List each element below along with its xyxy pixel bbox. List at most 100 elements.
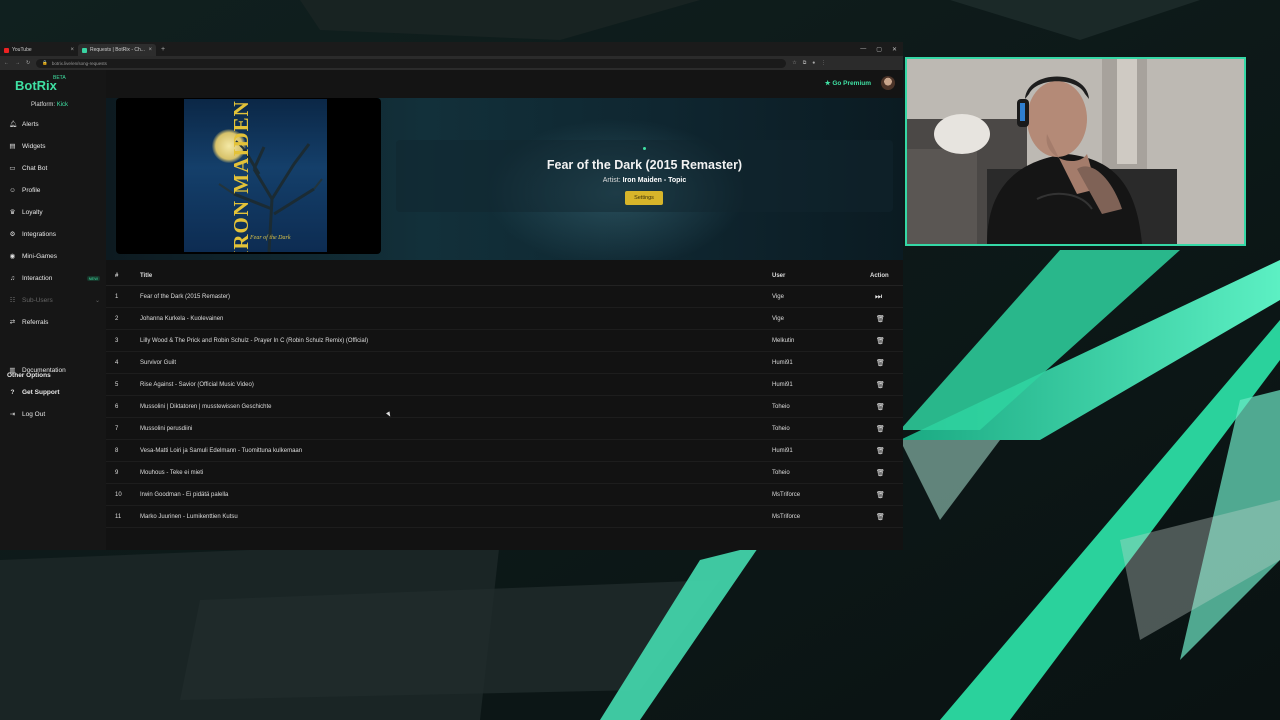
trash-icon[interactable]: 🗑︎ (876, 491, 885, 499)
new-badge: NEW (86, 275, 100, 281)
sidebar-item-label: Get Support (22, 388, 60, 396)
profile-icon[interactable]: ● (812, 60, 815, 66)
share-icon: ⇄ (9, 319, 16, 326)
close-icon[interactable]: × (70, 47, 74, 53)
youtube-icon (4, 47, 9, 53)
sidebar-item-documentation[interactable]: ▥ Documentation (0, 362, 106, 378)
avatar[interactable] (881, 76, 895, 90)
row-number: 11 (115, 513, 122, 520)
header-action: Action (870, 272, 889, 279)
song-title: Fear of the Dark (2015 Remaster) (546, 158, 743, 172)
sidebar-item-label: Sub-Users (22, 296, 53, 304)
table-row[interactable]: 11 Marko Juurinen - Lumikenttien Kutsu MsT… (106, 506, 903, 528)
row-user: Toheio (772, 469, 790, 476)
reload-icon[interactable]: ↻ (26, 60, 30, 66)
skip-icon[interactable]: ⏭ (875, 292, 882, 302)
row-title: Lilly Wood & The Prick and Robin Schulz … (140, 337, 369, 344)
tab-youtube[interactable]: YouTube × (0, 44, 78, 56)
menu-icon[interactable]: ⋮ (821, 60, 826, 66)
beta-badge: BETA (53, 75, 66, 81)
row-user: MsTriforce (772, 491, 801, 498)
row-title: Mouhous - Teke ei mieti (140, 469, 204, 476)
trash-icon[interactable]: 🗑︎ (876, 403, 885, 411)
extensions-icon[interactable]: ⧉ (803, 60, 807, 66)
row-title: Irwin Goodman - Ei pidätä palella (140, 491, 229, 498)
trash-icon[interactable]: 🗑︎ (876, 469, 885, 477)
go-premium-link[interactable]: ★ Go Premium (825, 79, 871, 87)
row-title: Survivor Guilt (140, 359, 177, 366)
cover-album-name: Fear of the Dark (250, 235, 291, 241)
settings-button[interactable]: Settings (625, 191, 663, 205)
row-number: 3 (115, 337, 119, 344)
platform-indicator: Platform: Kick (31, 102, 68, 108)
sidebar-item-label: Referrals (22, 318, 49, 326)
header-user: User (772, 272, 786, 279)
table-row[interactable]: 6 Mussolini | Diktatoren | musstewissen G… (106, 396, 903, 418)
trash-icon[interactable]: 🗑︎ (876, 381, 885, 389)
table-row[interactable]: 9 Mouhous - Teke ei mieti Toheio 🗑︎ (106, 462, 903, 484)
table-row[interactable]: 2 Johanna Kurkela - Kuolevainen Vige 🗑︎ (106, 308, 903, 330)
sidebar-item-loyalty[interactable]: ♛ Loyalty (0, 204, 106, 220)
botrix-logo[interactable]: BotRix (15, 78, 57, 93)
sidebar-item-widgets[interactable]: ▤ Widgets (0, 138, 106, 154)
sidebar: BotRix BETA Platform: Kick 🔔︎ Alerts ▤ W… (0, 70, 106, 550)
sidebar-item-label: Documentation (22, 366, 66, 374)
table-row[interactable]: 8 Vesa-Matti Loiri ja Samuli Edelmann - T… (106, 440, 903, 462)
gamepad-icon: ◉ (9, 253, 16, 260)
sidebar-item-sub-users[interactable]: ☷ Sub-Users ⌄ (0, 292, 106, 308)
sidebar-item-mini-games[interactable]: ◉ Mini-Games (0, 248, 106, 264)
row-user: Vige (772, 293, 784, 300)
webcam-image (907, 59, 1244, 244)
sidebar-item-integrations[interactable]: ⚙ Integrations (0, 226, 106, 242)
table-row[interactable]: 4 Survivor Guilt Humi91 🗑︎ (106, 352, 903, 374)
trophy-icon: ♛ (9, 209, 16, 216)
logout-icon: ⇥ (9, 411, 16, 418)
url-text: botrix.live/en/song-requests (51, 60, 107, 66)
sidebar-item-label: Log Out (22, 410, 46, 418)
trash-icon[interactable]: 🗑︎ (876, 359, 885, 367)
maximize-button[interactable]: ▢ (876, 46, 882, 53)
trash-icon[interactable]: 🗑︎ (876, 337, 885, 345)
sidebar-item-label: Widgets (22, 142, 46, 150)
close-icon[interactable]: × (148, 47, 152, 53)
artist-label: Artist: (602, 177, 621, 184)
tab-botrix[interactable]: Requests | BotRix - Ch... × (78, 44, 156, 56)
row-user: Vige (772, 315, 784, 322)
tab-label: Requests | BotRix - Ch... (90, 47, 145, 53)
main-content: IRON MAIDEN Fear of the Dark Fear of the… (106, 98, 903, 550)
row-number: 5 (115, 381, 119, 388)
bookmark-icon[interactable]: ☆ (792, 60, 796, 66)
row-number: 9 (115, 469, 119, 476)
sidebar-item-interaction[interactable]: ♫ Interaction NEW (0, 270, 106, 286)
table-header: # Title User Action (106, 266, 903, 286)
trash-icon[interactable]: 🗑︎ (876, 513, 885, 521)
artist-name: Iron Maiden - Topic (622, 177, 687, 184)
row-title: Mussolini | Diktatoren | musstewissen Ge… (140, 403, 272, 410)
trash-icon[interactable]: 🗑︎ (876, 425, 885, 433)
minimize-button[interactable]: — (860, 46, 866, 53)
sidebar-item-label: Profile (22, 186, 41, 194)
row-title: Vesa-Matti Loiri ja Samuli Edelmann - Tu… (140, 447, 303, 454)
sidebar-item-get-support[interactable]: ? Get Support (0, 384, 106, 400)
platform-value: Kick (56, 102, 69, 108)
table-row[interactable]: 5 Rise Against - Savior (Official Music V… (106, 374, 903, 396)
trash-icon[interactable]: 🗑︎ (876, 447, 885, 455)
sidebar-item-log-out[interactable]: ⇥ Log Out (0, 406, 106, 422)
table-row[interactable]: 3 Lilly Wood & The Prick and Robin Schulz… (106, 330, 903, 352)
back-icon[interactable]: ← (4, 60, 9, 66)
forward-icon[interactable]: → (15, 60, 20, 66)
table-row[interactable]: 10 Irwin Goodman - Ei pidätä palella MsTri… (106, 484, 903, 506)
table-row[interactable]: 7 Mussolini perusdiini Toheio 🗑︎ (106, 418, 903, 440)
sidebar-item-referrals[interactable]: ⇄ Referrals (0, 314, 106, 330)
table-row[interactable]: 1 Fear of the Dark (2015 Remaster) Vige ⏭ (106, 286, 903, 308)
trash-icon[interactable]: 🗑︎ (876, 315, 885, 323)
close-window-button[interactable]: ✕ (892, 46, 897, 53)
lock-icon: 🔒 (42, 60, 48, 65)
address-bar[interactable]: 🔒 botrix.live/en/song-requests (36, 58, 787, 68)
sidebar-item-chat-bot[interactable]: ▭ Chat Bot (0, 160, 106, 176)
row-title: Rise Against - Savior (Official Music Vi… (140, 381, 254, 388)
new-tab-button[interactable]: + (156, 46, 170, 53)
window-controls: — ▢ ✕ (860, 46, 903, 53)
sidebar-item-profile[interactable]: ☺ Profile (0, 182, 106, 198)
sidebar-item-alerts[interactable]: 🔔︎ Alerts (0, 116, 106, 132)
